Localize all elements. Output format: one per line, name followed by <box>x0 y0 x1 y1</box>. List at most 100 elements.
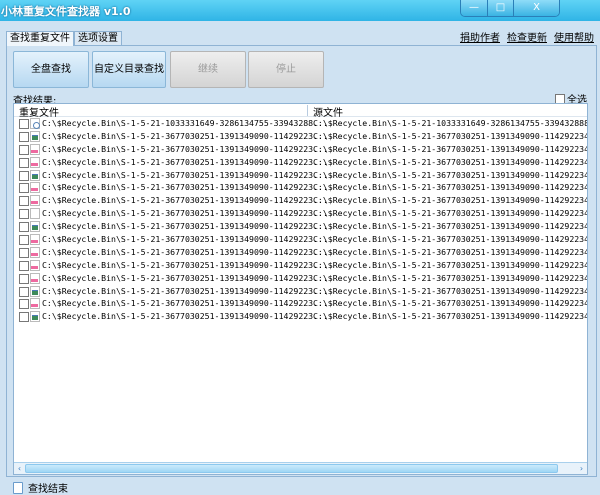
file-win-icon <box>30 169 40 181</box>
source-path: C:\$Recycle.Bin\S-1-5-21-3677030251-1391… <box>313 195 588 206</box>
checkbox[interactable] <box>555 93 565 104</box>
list-item[interactable]: C:\$Recycle.Bin\S-1-5-21-3677030251-1391… <box>14 246 587 259</box>
scroll-thumb[interactable] <box>25 464 558 473</box>
duplicate-path: C:\$Recycle.Bin\S-1-5-21-3677030251-1391… <box>42 182 328 193</box>
file-pink-icon <box>30 259 40 271</box>
close-button[interactable]: X <box>513 0 559 16</box>
list-item[interactable]: C:\$Recycle.Bin\S-1-5-21-3677030251-1391… <box>14 310 587 323</box>
source-path: C:\$Recycle.Bin\S-1-5-21-3677030251-1391… <box>313 156 588 167</box>
duplicate-path: C:\$Recycle.Bin\S-1-5-21-3677030251-1391… <box>42 195 328 206</box>
source-path: C:\$Recycle.Bin\S-1-5-21-3677030251-1391… <box>313 208 588 219</box>
list-item[interactable]: C:\$Recycle.Bin\S-1-5-21-3677030251-1391… <box>14 130 587 143</box>
row-checkbox[interactable] <box>19 183 29 194</box>
row-checkbox[interactable] <box>19 222 29 233</box>
row-checkbox[interactable] <box>19 235 29 246</box>
file-blank-icon <box>30 208 40 220</box>
source-path: C:\$Recycle.Bin\S-1-5-21-1033331649-3286… <box>313 118 588 128</box>
row-checkbox[interactable] <box>19 119 29 129</box>
source-path: C:\$Recycle.Bin\S-1-5-21-3677030251-1391… <box>313 182 588 193</box>
list-item[interactable]: C:\$Recycle.Bin\S-1-5-21-3677030251-1391… <box>14 207 587 220</box>
results-list[interactable]: 重复文件 源文件 C:\$Recycle.Bin\S-1-5-21-103333… <box>13 103 588 475</box>
file-win-icon <box>30 311 40 323</box>
list-item[interactable]: C:\$Recycle.Bin\S-1-5-21-3677030251-1391… <box>14 259 587 272</box>
list-item[interactable]: C:\$Recycle.Bin\S-1-5-21-3677030251-1391… <box>14 181 587 194</box>
source-path: C:\$Recycle.Bin\S-1-5-21-3677030251-1391… <box>313 246 588 257</box>
file-pink-icon <box>30 234 40 246</box>
donate-link[interactable]: 捐助作者 <box>460 29 500 44</box>
row-checkbox[interactable] <box>19 273 29 284</box>
maximize-button[interactable]: □ <box>487 0 513 16</box>
full-scan-button[interactable]: 全盘查找 <box>13 51 89 88</box>
source-path: C:\$Recycle.Bin\S-1-5-21-3677030251-1391… <box>313 298 588 309</box>
file-pink-icon <box>30 156 40 168</box>
column-separator[interactable] <box>307 105 308 116</box>
window-controls: — □ X <box>460 0 560 17</box>
window-title: 小林重复文件查找器 v1.0 <box>1 5 131 18</box>
list-item[interactable]: C:\$Recycle.Bin\S-1-5-21-3677030251-1391… <box>14 297 587 310</box>
duplicate-path: C:\$Recycle.Bin\S-1-5-21-3677030251-1391… <box>42 221 328 232</box>
duplicate-path: C:\$Recycle.Bin\S-1-5-21-3677030251-1391… <box>42 234 328 245</box>
file-pink-icon <box>30 298 40 310</box>
header-links: 捐助作者 检查更新 使用帮助 <box>460 29 594 44</box>
duplicate-path: C:\$Recycle.Bin\S-1-5-21-3677030251-1391… <box>42 143 328 154</box>
list-item[interactable]: C:\$Recycle.Bin\S-1-5-21-3677030251-1391… <box>14 233 587 246</box>
duplicate-path: C:\$Recycle.Bin\S-1-5-21-3677030251-1391… <box>42 311 328 322</box>
list-item[interactable]: C:\$Recycle.Bin\S-1-5-21-3677030251-1391… <box>14 272 587 285</box>
duplicate-path: C:\$Recycle.Bin\S-1-5-21-3677030251-1391… <box>42 169 328 180</box>
source-path: C:\$Recycle.Bin\S-1-5-21-3677030251-1391… <box>313 130 588 141</box>
source-path: C:\$Recycle.Bin\S-1-5-21-3677030251-1391… <box>313 285 588 296</box>
continue-button[interactable]: 继续 <box>170 51 246 88</box>
status-bar: 查找结束 <box>13 480 68 495</box>
scroll-left-icon[interactable]: ‹ <box>14 463 25 474</box>
row-checkbox[interactable] <box>19 157 29 168</box>
file-win-icon <box>30 221 40 233</box>
row-checkbox[interactable] <box>19 286 29 297</box>
list-item[interactable]: C:\$Recycle.Bin\S-1-5-21-3677030251-1391… <box>14 143 587 156</box>
stop-button[interactable]: 停止 <box>248 51 324 88</box>
horizontal-scrollbar[interactable]: ‹ › <box>14 462 587 474</box>
row-checkbox[interactable] <box>19 209 29 220</box>
list-item[interactable]: C:\$Recycle.Bin\S-1-5-21-3677030251-1391… <box>14 220 587 233</box>
source-path: C:\$Recycle.Bin\S-1-5-21-3677030251-1391… <box>313 234 588 245</box>
minimize-button[interactable]: — <box>461 0 487 16</box>
row-checkbox[interactable] <box>19 131 29 142</box>
list-item[interactable]: C:\$Recycle.Bin\S-1-5-21-3677030251-1391… <box>14 169 587 182</box>
source-path: C:\$Recycle.Bin\S-1-5-21-3677030251-1391… <box>313 259 588 270</box>
tab-bar: 查找重复文件 选项设置 <box>6 31 122 46</box>
file-win-icon <box>30 130 40 142</box>
source-path: C:\$Recycle.Bin\S-1-5-21-3677030251-1391… <box>313 272 588 283</box>
file-pink-icon <box>30 195 40 207</box>
row-checkbox[interactable] <box>19 312 29 323</box>
file-pink-icon <box>30 182 40 194</box>
tab-find-duplicates[interactable]: 查找重复文件 <box>6 31 74 46</box>
check-update-link[interactable]: 检查更新 <box>507 29 547 44</box>
row-checkbox[interactable] <box>19 299 29 310</box>
row-checkbox[interactable] <box>19 144 29 155</box>
row-checkbox[interactable] <box>19 260 29 271</box>
duplicate-path: C:\$Recycle.Bin\S-1-5-21-3677030251-1391… <box>42 272 328 283</box>
tab-options[interactable]: 选项设置 <box>74 31 122 45</box>
file-pink-icon <box>30 272 40 284</box>
source-path: C:\$Recycle.Bin\S-1-5-21-3677030251-1391… <box>313 169 588 180</box>
custom-dir-scan-button[interactable]: 自定义目录查找 <box>92 51 166 88</box>
scroll-right-icon[interactable]: › <box>576 463 587 474</box>
list-item[interactable]: C:\$Recycle.Bin\S-1-5-21-3677030251-1391… <box>14 156 587 169</box>
row-checkbox[interactable] <box>19 170 29 181</box>
title-bar[interactable]: 小林重复文件查找器 v1.0 — □ X <box>0 0 600 21</box>
search-status-icon <box>13 481 23 494</box>
duplicate-path: C:\$Recycle.Bin\S-1-5-21-3677030251-1391… <box>42 285 328 296</box>
row-checkbox[interactable] <box>19 247 29 258</box>
file-win-icon <box>30 285 40 297</box>
list-header: 重复文件 源文件 <box>14 104 587 119</box>
file-pink-icon <box>30 143 40 155</box>
file-pink-icon <box>30 246 40 258</box>
list-item[interactable]: C:\$Recycle.Bin\S-1-5-21-3677030251-1391… <box>14 285 587 298</box>
status-text: 查找结束 <box>28 484 68 495</box>
row-checkbox[interactable] <box>19 196 29 207</box>
list-item[interactable]: C:\$Recycle.Bin\S-1-5-21-1033331649-3286… <box>14 117 587 130</box>
duplicate-path: C:\$Recycle.Bin\S-1-5-21-1033331649-3286… <box>42 118 328 128</box>
duplicate-path: C:\$Recycle.Bin\S-1-5-21-3677030251-1391… <box>42 246 328 257</box>
help-link[interactable]: 使用帮助 <box>554 29 594 44</box>
list-item[interactable]: C:\$Recycle.Bin\S-1-5-21-3677030251-1391… <box>14 194 587 207</box>
duplicate-path: C:\$Recycle.Bin\S-1-5-21-3677030251-1391… <box>42 208 328 219</box>
